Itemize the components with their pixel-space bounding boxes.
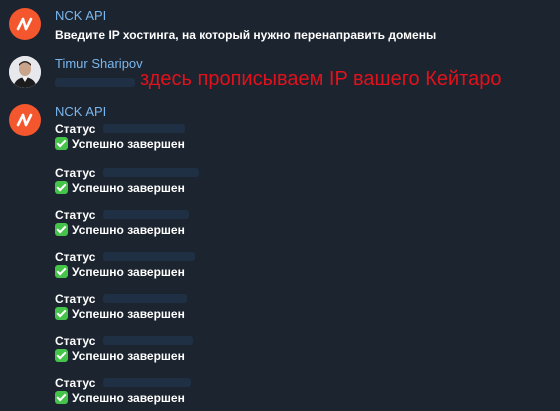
redacted-domain bbox=[103, 210, 189, 219]
status-item: Статус Успешно завершен bbox=[55, 166, 355, 196]
status-item: Статус Успешно завершен bbox=[55, 208, 355, 238]
sender-name[interactable]: NCK API bbox=[55, 104, 106, 120]
status-result: Успешно завершен bbox=[55, 223, 185, 237]
status-label: Статус bbox=[55, 292, 96, 306]
redacted-domain bbox=[103, 252, 195, 261]
status-result: Успешно завершен bbox=[55, 307, 185, 321]
status-item: Статус Успешно завершен bbox=[55, 250, 355, 280]
check-icon bbox=[55, 349, 68, 362]
check-icon bbox=[55, 307, 68, 320]
check-icon bbox=[55, 265, 68, 278]
redacted-domain bbox=[103, 168, 199, 177]
check-icon bbox=[55, 137, 68, 150]
nck-logo-icon[interactable] bbox=[9, 104, 41, 136]
status-result: Успешно завершен bbox=[55, 137, 185, 151]
nck-logo-icon[interactable] bbox=[9, 8, 41, 40]
user-avatar-photo[interactable] bbox=[9, 56, 41, 88]
redacted-domain bbox=[103, 124, 185, 133]
sender-name[interactable]: NCK API bbox=[55, 8, 106, 24]
status-label: Статус bbox=[55, 250, 96, 264]
redacted-ip bbox=[55, 78, 135, 87]
status-label: Статус bbox=[55, 208, 96, 222]
check-icon bbox=[55, 223, 68, 236]
status-label: Статус bbox=[55, 376, 96, 390]
status-result: Успешно завершен bbox=[55, 391, 185, 405]
status-label: Статус bbox=[55, 334, 96, 348]
status-item: Статус Успешно завершен bbox=[55, 292, 355, 322]
status-label: Статус bbox=[55, 166, 96, 180]
check-icon bbox=[55, 181, 68, 194]
sender-name[interactable]: Timur Sharipov bbox=[55, 56, 143, 72]
redacted-domain bbox=[103, 294, 187, 303]
check-icon bbox=[55, 391, 68, 404]
message-text: Введите IP хостинга, на который нужно пе… bbox=[55, 28, 437, 42]
status-result: Успешно завершен bbox=[55, 265, 185, 279]
status-result: Успешно завершен bbox=[55, 181, 185, 195]
chat-history: NCK API Введите IP хостинга, на который … bbox=[0, 0, 560, 411]
status-label: Статус bbox=[55, 122, 96, 136]
status-result: Успешно завершен bbox=[55, 349, 185, 363]
status-item: Статус Успешно завершен bbox=[55, 334, 355, 364]
status-item: Статус Успешно завершен bbox=[55, 122, 355, 152]
annotation-text: здесь прописываем IP вашего Кейтаро bbox=[140, 68, 502, 90]
redacted-domain bbox=[103, 336, 193, 345]
status-item: Статус Успешно завершен bbox=[55, 376, 355, 406]
redacted-domain bbox=[103, 378, 191, 387]
